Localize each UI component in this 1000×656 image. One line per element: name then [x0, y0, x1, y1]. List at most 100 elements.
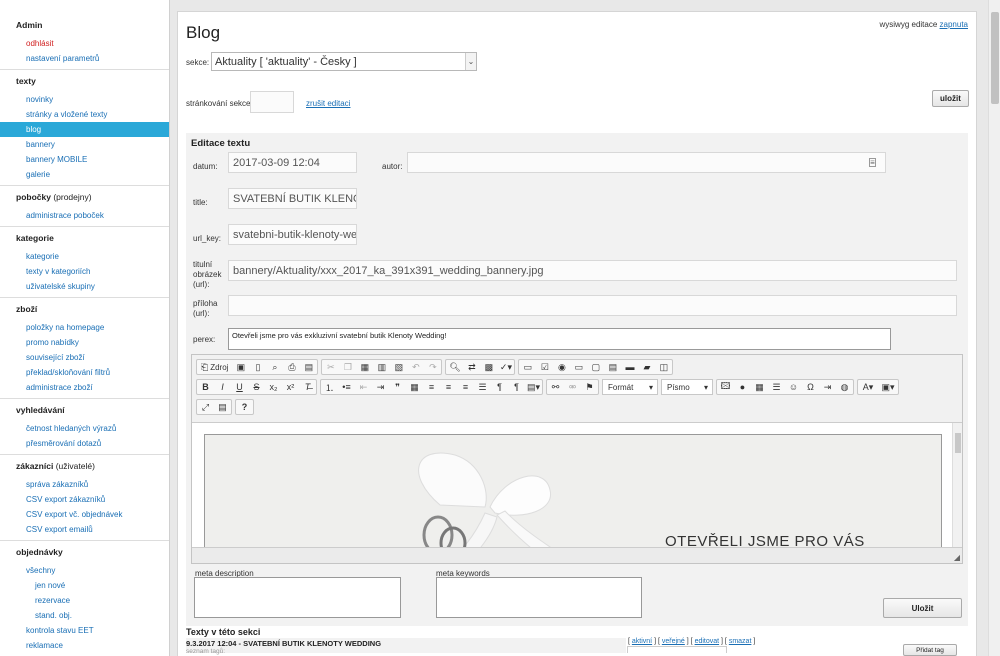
- perex-textarea[interactable]: Otevřeli jsme pro vás exkluzivní svatebn…: [228, 328, 891, 350]
- scrollbar-thumb[interactable]: [955, 433, 961, 453]
- show-blocks-icon[interactable]: ▤: [214, 400, 231, 414]
- format-combo[interactable]: Formát ▾: [602, 379, 658, 395]
- div-container-icon[interactable]: ▦: [406, 380, 423, 394]
- smiley-icon[interactable]: ☺: [785, 380, 802, 394]
- sidebar-item[interactable]: stránky a vložené texty: [0, 107, 169, 122]
- align-right-icon[interactable]: ≡: [457, 380, 474, 394]
- blockquote-icon[interactable]: ❞: [389, 380, 406, 394]
- sidebar-item[interactable]: CSV export zákazníků: [0, 492, 169, 507]
- sidebar-item[interactable]: položky na homepage: [0, 320, 169, 335]
- paste-word-icon[interactable]: ▧: [390, 360, 407, 374]
- link-delete[interactable]: smazat: [729, 638, 752, 645]
- sidebar-item[interactable]: CSV export vč. objednávek: [0, 507, 169, 522]
- undo-icon[interactable]: ↶: [407, 360, 424, 374]
- editor-scrollbar[interactable]: [952, 423, 962, 547]
- cancel-edit-link[interactable]: zrušit editaci: [306, 99, 350, 108]
- special-char-icon[interactable]: Ω: [802, 380, 819, 394]
- sidebar-item[interactable]: administrace zboží: [0, 380, 169, 395]
- sidebar-item[interactable]: uživatelské skupiny: [0, 279, 169, 294]
- link-icon[interactable]: ⚯: [547, 380, 564, 394]
- sidebar-item[interactable]: CSV export emailů: [0, 522, 169, 537]
- sidebar-item[interactable]: překlad/skloňování filtrů: [0, 365, 169, 380]
- link-public[interactable]: veřejné: [662, 638, 685, 645]
- page-scrollbar-thumb[interactable]: [991, 12, 999, 104]
- sidebar-item[interactable]: rezervace: [0, 593, 169, 608]
- font-combo[interactable]: Písmo ▾: [661, 379, 713, 395]
- form-icon[interactable]: ▭: [519, 360, 536, 374]
- save-button-top[interactable]: uložit: [932, 90, 969, 107]
- hidden-field-icon[interactable]: ◫: [655, 360, 672, 374]
- sidebar-item[interactable]: četnost hledaných výrazů: [0, 421, 169, 436]
- save-icon[interactable]: ▣: [232, 360, 249, 374]
- save-button[interactable]: Uložit: [883, 598, 962, 618]
- iframe-icon[interactable]: ◍: [836, 380, 853, 394]
- sidebar-item[interactable]: správa zákazníků: [0, 477, 169, 492]
- italic-icon[interactable]: I: [214, 380, 231, 394]
- bulleted-list-icon[interactable]: •≡: [338, 380, 355, 394]
- meta-description-textarea[interactable]: [194, 577, 401, 618]
- sidebar-item[interactable]: odhlásit: [0, 36, 169, 51]
- sidebar-item[interactable]: galerie: [0, 167, 169, 182]
- autor-input[interactable]: ≡: [407, 152, 886, 173]
- maximize-icon[interactable]: ⤢: [197, 400, 214, 414]
- align-center-icon[interactable]: ≡: [440, 380, 457, 394]
- sidebar-item[interactable]: texty v kategoriích: [0, 264, 169, 279]
- page-break-icon[interactable]: ⇥: [819, 380, 836, 394]
- sidebar-item[interactable]: všechny: [0, 563, 169, 578]
- image-button-icon[interactable]: ▰: [638, 360, 655, 374]
- datum-input[interactable]: 2017-03-09 12:04: [228, 152, 357, 173]
- paging-input[interactable]: [250, 91, 294, 113]
- sidebar-item[interactable]: kategorie: [0, 249, 169, 264]
- text-color-icon[interactable]: A▾: [858, 380, 878, 394]
- image-icon[interactable]: 🖾: [717, 380, 734, 394]
- sidebar-item[interactable]: promo nabídky: [0, 335, 169, 350]
- radio-icon[interactable]: ◉: [553, 360, 570, 374]
- spellcheck-icon[interactable]: ✓▾: [497, 360, 514, 374]
- copy-icon[interactable]: ❐: [339, 360, 356, 374]
- remove-format-icon[interactable]: T̶: [299, 380, 316, 394]
- textfield-icon[interactable]: ▭: [570, 360, 587, 374]
- resize-handle-icon[interactable]: ◢: [954, 553, 960, 562]
- bg-color-icon[interactable]: ▣▾: [878, 380, 898, 394]
- indent-icon[interactable]: ⇥: [372, 380, 389, 394]
- add-tag-button[interactable]: Přidat tag: [903, 644, 957, 656]
- language-icon[interactable]: ▤▾: [525, 380, 542, 394]
- image-url-input[interactable]: bannery/Aktuality/xxx_2017_ka_391x391_we…: [228, 260, 957, 281]
- title-input[interactable]: SVATEBNÍ BUTIK KLENOTY: [228, 188, 357, 209]
- attachment-input[interactable]: [228, 295, 957, 316]
- sidebar-item[interactable]: nastavení parametrů: [0, 51, 169, 66]
- help-icon[interactable]: ?: [236, 400, 253, 414]
- text-entry-row[interactable]: 9.3.2017 12:04 - SVATEBNÍ BUTIK KLENOTY …: [186, 638, 626, 655]
- link-edit[interactable]: editovat: [695, 638, 720, 645]
- textarea-icon[interactable]: ▢: [587, 360, 604, 374]
- paste-text-icon[interactable]: ▥: [373, 360, 390, 374]
- anchor-icon[interactable]: ⚑: [581, 380, 598, 394]
- outdent-icon[interactable]: ⇤: [355, 380, 372, 394]
- sidebar-item[interactable]: bannery MOBILE: [0, 152, 169, 167]
- new-page-icon[interactable]: ▯: [249, 360, 266, 374]
- contact-card-icon[interactable]: ≡: [869, 158, 876, 167]
- wysiwyg-link[interactable]: zapnuta: [940, 20, 968, 29]
- horizontal-line-icon[interactable]: ☰: [768, 380, 785, 394]
- unlink-icon[interactable]: ⚮: [564, 380, 581, 394]
- link-active[interactable]: aktivní: [632, 638, 652, 645]
- tag-input[interactable]: [627, 646, 727, 653]
- sekce-select[interactable]: Aktuality [ 'aktuality' - Česky ] ⌄: [211, 52, 477, 71]
- print-icon[interactable]: ⎙: [283, 360, 300, 374]
- sidebar-item[interactable]: blog: [0, 122, 169, 137]
- ltr-icon[interactable]: ¶: [491, 380, 508, 394]
- select-field-icon[interactable]: ▤: [604, 360, 621, 374]
- sidebar-item[interactable]: novinky: [0, 92, 169, 107]
- redo-icon[interactable]: ↷: [424, 360, 441, 374]
- select-all-icon[interactable]: ▩: [480, 360, 497, 374]
- strikethrough-icon[interactable]: S: [248, 380, 265, 394]
- sidebar-item[interactable]: související zboží: [0, 350, 169, 365]
- sidebar-item[interactable]: administrace poboček: [0, 208, 169, 223]
- cut-icon[interactable]: ✂: [322, 360, 339, 374]
- rtl-icon[interactable]: ¶: [508, 380, 525, 394]
- checkbox-icon[interactable]: ☑: [536, 360, 553, 374]
- subscript-icon[interactable]: x₂: [265, 380, 282, 394]
- underline-icon[interactable]: U: [231, 380, 248, 394]
- table-icon[interactable]: ▦: [751, 380, 768, 394]
- urlkey-input[interactable]: svatebni-butik-klenoty-wed: [228, 224, 357, 245]
